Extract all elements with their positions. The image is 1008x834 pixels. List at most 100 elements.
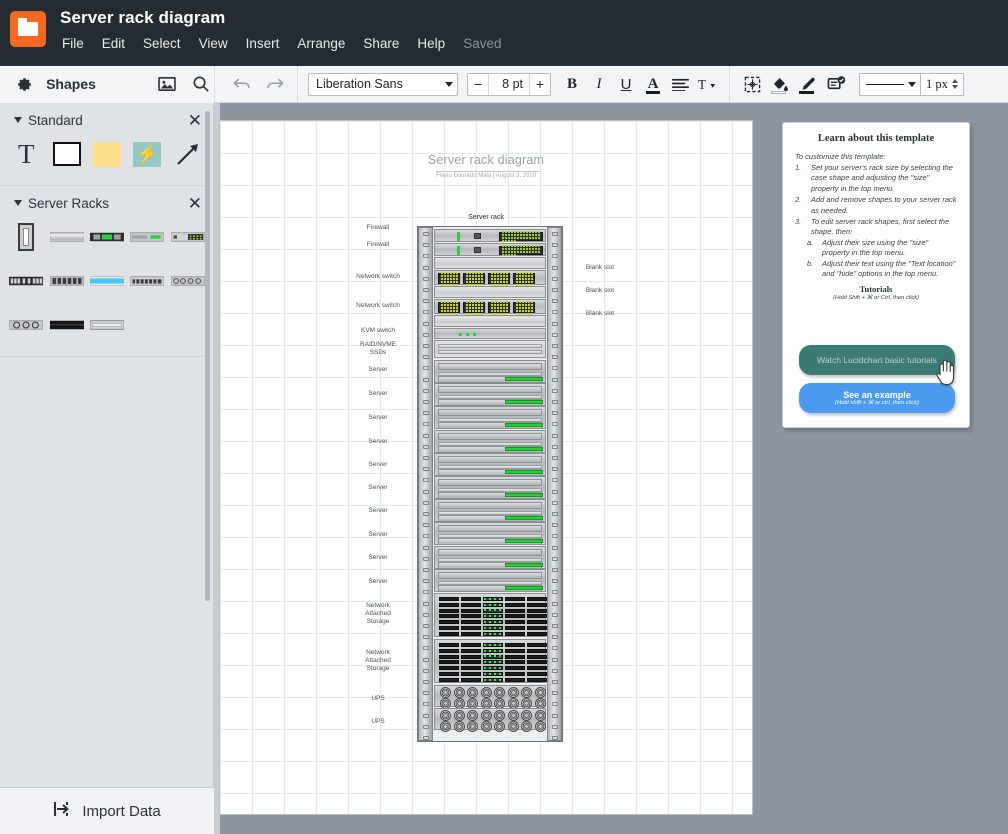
close-icon-2[interactable]: ✕ <box>188 195 202 212</box>
rack-unit[interactable] <box>434 568 546 592</box>
canvas-page[interactable]: Server rack diagram Flavio Dourado Maia … <box>220 121 752 814</box>
font-size-increase-button[interactable]: + <box>530 73 550 95</box>
server-unit-shape[interactable] <box>130 222 165 252</box>
rack-case-shape[interactable] <box>9 222 43 252</box>
menu-item-view[interactable]: View <box>199 34 238 53</box>
blank-panel-shape[interactable] <box>49 222 84 252</box>
label-server-8[interactable]: Server <box>343 531 413 539</box>
rack-unit[interactable] <box>434 406 546 430</box>
cable-manager-shape[interactable] <box>130 266 165 296</box>
app-logo[interactable] <box>10 11 46 47</box>
rack-unit[interactable] <box>434 685 546 709</box>
label-server-5[interactable]: Server <box>343 461 413 469</box>
black-panel-shape[interactable] <box>49 310 84 340</box>
line-width-spinner[interactable] <box>951 79 958 89</box>
rack-caption[interactable]: Server rack <box>220 214 752 221</box>
label-nas-1[interactable]: Network Attached Storage <box>343 602 413 626</box>
rack-unit[interactable] <box>434 286 546 298</box>
arrow-shape[interactable] <box>171 139 205 169</box>
label-nas-2[interactable]: Network Attached Storage <box>343 649 413 673</box>
shadow-icon[interactable] <box>824 72 848 97</box>
rack-unit[interactable] <box>434 639 547 683</box>
line-style-select[interactable] <box>859 72 921 96</box>
line-width-field[interactable]: 1 px <box>921 72 964 96</box>
text-shape[interactable]: T <box>9 139 43 169</box>
label-server-1[interactable]: Server <box>343 366 413 374</box>
fill-bucket-icon[interactable] <box>768 72 792 97</box>
diagram-byline[interactable]: Flavio Dourado Maia | August 3, 2020 <box>220 173 752 179</box>
menu-item-edit[interactable]: Edit <box>102 34 135 53</box>
menu-item-insert[interactable]: Insert <box>246 34 290 53</box>
disk-array-shape[interactable] <box>49 266 84 296</box>
text-color-button[interactable]: A <box>641 72 665 97</box>
font-size-decrease-button[interactable]: − <box>468 73 488 95</box>
label-server-4[interactable]: Server <box>343 438 413 446</box>
image-icon[interactable] <box>155 71 180 97</box>
rack-unit[interactable] <box>434 476 546 499</box>
rack-unit[interactable] <box>434 708 546 732</box>
see-example-button[interactable]: See an example (Hold shift + ⌘ or ctrl, … <box>799 383 955 413</box>
line-color-pen-icon[interactable] <box>796 72 820 97</box>
underline-button[interactable]: U <box>614 72 638 97</box>
menu-item-file[interactable]: File <box>62 34 94 53</box>
rack-unit[interactable] <box>434 360 546 383</box>
fan-unit-shape[interactable] <box>9 310 44 340</box>
rack-unit[interactable] <box>434 383 546 407</box>
rack-unit[interactable] <box>434 229 546 242</box>
close-icon[interactable]: ✕ <box>188 112 202 129</box>
ups-shape[interactable] <box>170 266 205 296</box>
bold-button[interactable]: B <box>560 72 584 97</box>
rack-unit[interactable] <box>434 522 546 546</box>
sidebar-scrollbar[interactable] <box>205 111 210 601</box>
rack-unit[interactable] <box>434 499 546 523</box>
label-server-7[interactable]: Server <box>343 507 413 515</box>
rack-unit[interactable] <box>434 299 546 315</box>
server-rack-graphic[interactable] <box>417 226 563 742</box>
rack-unit[interactable] <box>434 328 546 339</box>
font-size-value[interactable]: 8 pt <box>488 73 530 95</box>
search-icon[interactable] <box>189 71 214 97</box>
label-server-3[interactable]: Server <box>343 414 413 422</box>
rack-unit[interactable] <box>434 593 547 637</box>
menu-item-arrange[interactable]: Arrange <box>297 34 355 53</box>
text-options-icon[interactable]: T <box>695 72 719 97</box>
label-network-switch-2[interactable]: Network switch <box>343 302 413 310</box>
label-firewall-2[interactable]: Firewall <box>343 241 413 249</box>
patch-panel-shape[interactable] <box>9 266 44 296</box>
menu-item-select[interactable]: Select <box>143 34 191 53</box>
rack-unit[interactable] <box>434 545 546 569</box>
firewall-shape[interactable] <box>170 222 205 252</box>
rectangle-shape[interactable] <box>50 139 84 169</box>
label-blank-slot-2[interactable]: Blank slot <box>565 287 635 295</box>
action-shape[interactable]: ⚡ <box>130 139 164 169</box>
import-data-button[interactable]: Import Data <box>0 787 214 834</box>
diagram-title[interactable]: Server rack diagram <box>220 153 752 167</box>
network-switch-shape[interactable] <box>89 222 124 252</box>
rack-unit[interactable] <box>434 257 546 269</box>
menu-item-help[interactable]: Help <box>417 34 455 53</box>
rack-unit[interactable] <box>434 452 546 476</box>
rack-unit[interactable] <box>434 315 546 327</box>
sticky-note-shape[interactable] <box>90 139 124 169</box>
label-server-10[interactable]: Server <box>343 578 413 586</box>
font-family-select[interactable]: Liberation Sans <box>308 72 458 96</box>
chevron-down-icon-2[interactable] <box>14 200 22 206</box>
label-blank-slot-1[interactable]: Blank slot <box>565 264 635 272</box>
label-server-2[interactable]: Server <box>343 390 413 398</box>
position-icon[interactable] <box>740 72 764 97</box>
watch-tutorials-button[interactable]: Watch Lucidchart basic tutorials <box>799 345 955 375</box>
label-server-6[interactable]: Server <box>343 484 413 492</box>
redo-arrow-icon[interactable] <box>261 71 287 97</box>
rack-unit[interactable] <box>434 270 546 286</box>
chevron-down-icon[interactable] <box>14 117 22 123</box>
menu-item-share[interactable]: Share <box>363 34 409 53</box>
rack-unit[interactable] <box>434 340 546 358</box>
label-raid-nvme[interactable]: RAID/NVME SSDs <box>343 341 413 357</box>
label-firewall-1[interactable]: Firewall <box>343 224 413 232</box>
blue-panel-shape[interactable] <box>89 266 124 296</box>
shelf-shape[interactable] <box>89 310 124 340</box>
rack-unit[interactable] <box>434 429 546 453</box>
section-standard-header[interactable]: Standard ✕ <box>0 103 214 137</box>
label-network-switch-1[interactable]: Network switch <box>343 273 413 281</box>
rack-unit[interactable] <box>434 243 546 256</box>
